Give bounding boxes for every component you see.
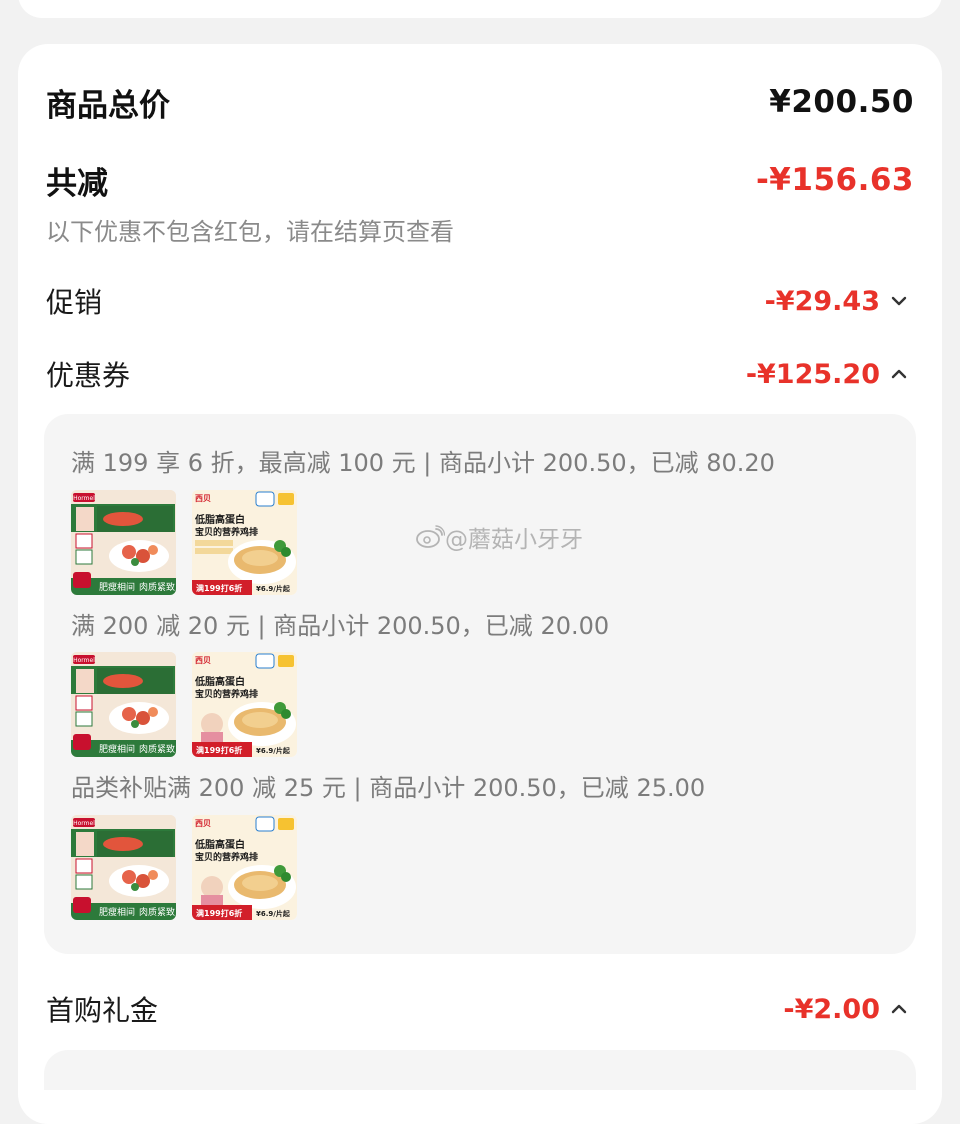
chicken-tag: 满199打6折 — [196, 583, 242, 593]
coupon-value: -¥125.20 — [745, 358, 880, 390]
chicken-tag: 满199打6折 — [196, 908, 242, 918]
ham-line2: 肉质紧致 — [139, 581, 175, 593]
coupon-line-1: 满 199 享 6 折，最高减 100 元 | 商品小计 200.50，已减 8… — [71, 449, 775, 477]
ham-line1: 肥瘦相间 — [99, 581, 135, 593]
coupon-row[interactable]: 优惠券 -¥125.20 — [46, 351, 912, 397]
total-discount-row: 共减 -¥156.63 — [46, 156, 914, 204]
chevron-up-icon[interactable] — [886, 996, 912, 1022]
coupon-label: 优惠券 — [46, 359, 131, 392]
ham-line2: 肉质紧致 — [139, 906, 175, 918]
promo-row[interactable]: 促销 -¥29.43 — [46, 278, 912, 324]
first-gift-detail-panel — [44, 1050, 916, 1090]
first-gift-value: -¥2.00 — [783, 993, 880, 1025]
promo-label: 促销 — [46, 286, 103, 319]
chevron-down-icon[interactable] — [886, 288, 912, 314]
coupon-line-2: 满 200 减 20 元 | 商品小计 200.50，已减 20.00 — [71, 612, 610, 640]
total-discount-label: 共减 — [46, 165, 108, 202]
chicken-headline1: 低脂高蛋白 — [194, 513, 245, 526]
total-price-row: 商品总价 ¥200.50 — [46, 78, 914, 126]
chicken-brand: 西贝 — [195, 656, 211, 665]
chicken-headline2: 宝贝的营养鸡排 — [195, 688, 258, 700]
product-thumb-chicken[interactable]: 西贝 低脂高蛋白 宝贝的营养鸡排 满199打6折 ¥6.9/片起 — [192, 652, 297, 757]
ham-line1: 肥瘦相间 — [99, 743, 135, 755]
chicken-price: ¥6.9/片起 — [256, 746, 291, 755]
ham-brand: Hormel — [73, 820, 95, 827]
first-gift-row[interactable]: 首购礼金 -¥2.00 — [46, 986, 912, 1032]
total-discount-value: -¥156.63 — [755, 162, 914, 198]
ham-line1: 肥瘦相间 — [99, 906, 135, 918]
chicken-brand: 西贝 — [195, 819, 211, 828]
chicken-price: ¥6.9/片起 — [256, 909, 291, 918]
ham-brand: Hormel — [73, 495, 95, 502]
ham-line2: 肉质紧致 — [139, 743, 175, 755]
watermark: @蘑菇小牙牙 — [415, 520, 583, 554]
product-thumb-ham[interactable]: Hormel 肥瘦相间 肉质紧致 — [71, 490, 176, 595]
previous-card — [18, 0, 942, 18]
watermark-text: @蘑菇小牙牙 — [445, 527, 583, 553]
first-gift-label: 首购礼金 — [46, 994, 159, 1027]
weibo-logo-icon — [416, 525, 445, 548]
product-thumb-chicken[interactable]: 西贝 低脂高蛋白 宝贝的营养鸡排 满199打6折 ¥6.9/片起 — [192, 815, 297, 920]
ham-brand: Hormel — [73, 657, 95, 664]
chicken-headline2: 宝贝的营养鸡排 — [195, 526, 258, 538]
chicken-price: ¥6.9/片起 — [256, 584, 291, 593]
total-price-label: 商品总价 — [46, 87, 170, 124]
discount-note: 以下优惠不包含红包，请在结算页查看 — [46, 218, 454, 246]
chicken-tag: 满199打6折 — [196, 745, 242, 755]
chicken-headline2: 宝贝的营养鸡排 — [195, 851, 258, 863]
product-thumb-chicken[interactable]: 西贝 低脂高蛋白 宝贝的营养鸡排 满199打6折 ¥6.9/片起 — [192, 490, 297, 595]
chicken-headline1: 低脂高蛋白 — [194, 675, 245, 688]
chicken-headline1: 低脂高蛋白 — [194, 838, 245, 851]
product-thumb-ham[interactable]: Hormel 肥瘦相间 肉质紧致 — [71, 652, 176, 757]
chicken-brand: 西贝 — [195, 494, 211, 503]
coupon-line-3: 品类补贴满 200 减 25 元 | 商品小计 200.50，已减 25.00 — [71, 774, 706, 802]
total-price-value: ¥200.50 — [769, 84, 914, 120]
chevron-up-icon[interactable] — [886, 361, 912, 387]
product-thumb-ham[interactable]: Hormel 肥瘦相间 肉质紧致 — [71, 815, 176, 920]
promo-value: -¥29.43 — [764, 285, 880, 317]
